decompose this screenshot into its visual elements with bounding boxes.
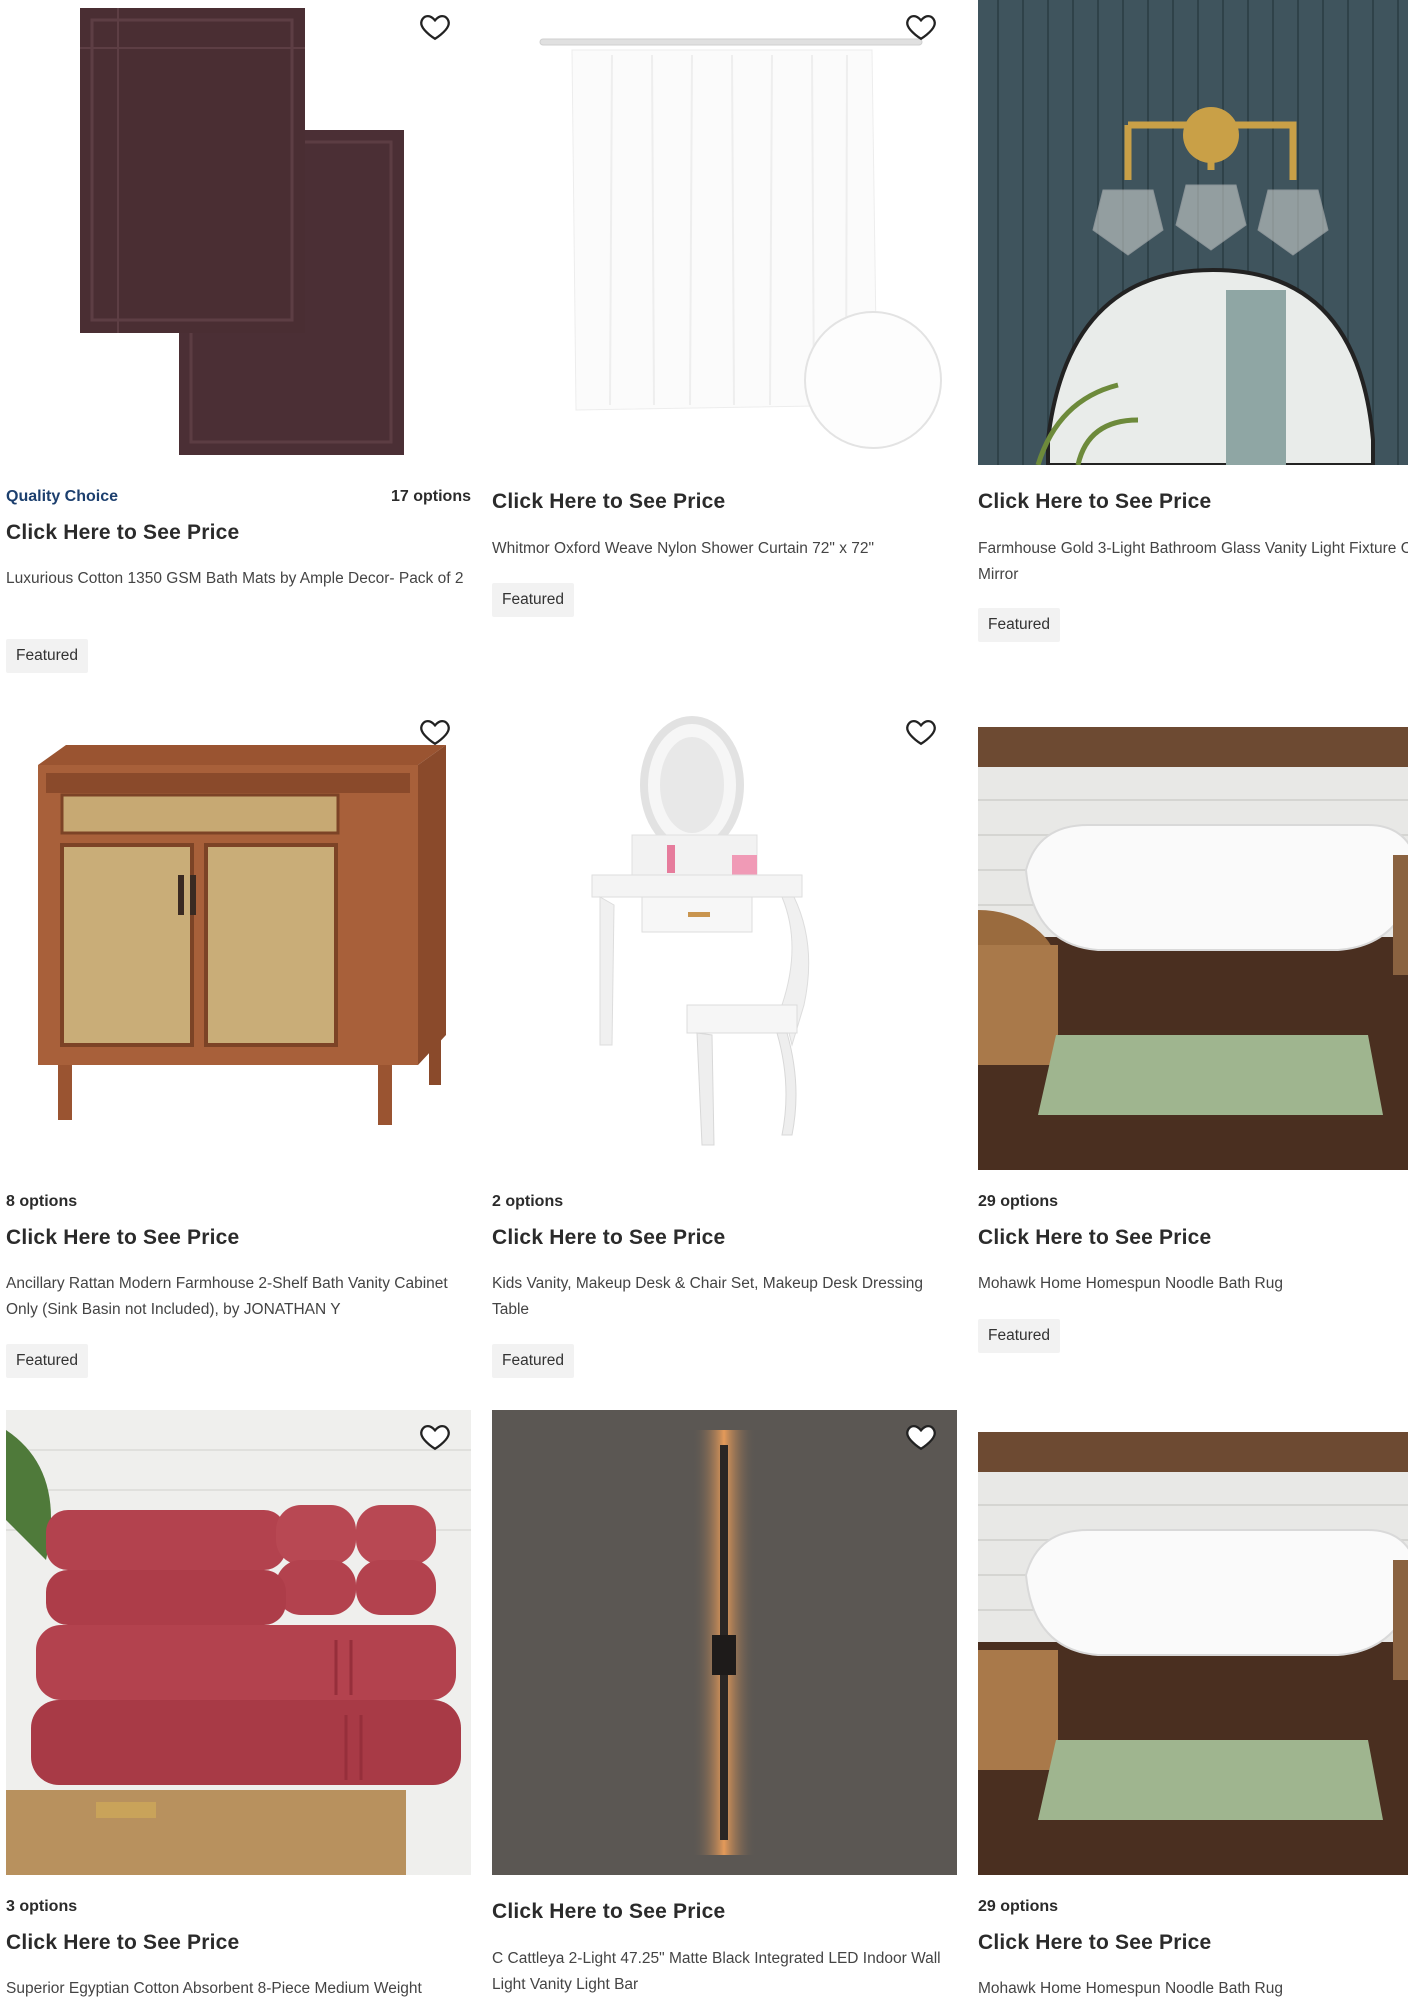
options-count[interactable]: 2 options xyxy=(492,1193,563,1210)
product-meta: 29 options xyxy=(978,1193,1408,1215)
options-count[interactable]: 29 options xyxy=(978,1193,1058,1210)
product-meta: 8 options xyxy=(6,1193,471,1215)
product-image-bath-rug[interactable] xyxy=(978,705,1408,1170)
price-link[interactable]: Click Here to See Price xyxy=(492,490,725,514)
product-title[interactable]: C Cattleya 2-Light 47.25" Matte Black In… xyxy=(492,1946,952,1997)
product-image-shower-curtain[interactable] xyxy=(492,0,957,465)
product-image-towels[interactable] xyxy=(6,1410,471,1875)
favorite-heart-icon[interactable] xyxy=(903,8,939,44)
favorite-heart-icon[interactable] xyxy=(417,713,453,749)
price-link[interactable]: Click Here to See Price xyxy=(6,521,239,545)
featured-badge: Featured xyxy=(492,583,575,617)
featured-badge: Featured xyxy=(6,639,89,673)
options-count[interactable]: 29 options xyxy=(978,1898,1058,1915)
product-title[interactable]: Mohawk Home Homespun Noodle Bath Rug xyxy=(978,1976,1408,2002)
favorite-heart-icon[interactable] xyxy=(903,713,939,749)
product-meta: 3 options xyxy=(6,1898,471,1920)
product-title[interactable]: Mohawk Home Homespun Noodle Bath Rug xyxy=(978,1271,1408,1297)
product-title[interactable]: Whitmor Oxford Weave Nylon Shower Curtai… xyxy=(492,536,952,562)
brand-label[interactable]: Quality Choice xyxy=(6,488,118,505)
product-title[interactable]: Farmhouse Gold 3-Light Bathroom Glass Va… xyxy=(978,536,1408,587)
favorite-heart-icon[interactable] xyxy=(417,1418,453,1454)
favorite-heart-icon[interactable] xyxy=(417,8,453,44)
product-title[interactable]: Ancillary Rattan Modern Farmhouse 2-Shel… xyxy=(6,1271,466,1322)
product-meta: 29 options xyxy=(978,1898,1408,1920)
price-link[interactable]: Click Here to See Price xyxy=(978,1226,1211,1250)
price-link[interactable]: Click Here to See Price xyxy=(978,1931,1211,1955)
product-image-led-wall-light[interactable] xyxy=(492,1410,957,1875)
featured-badge: Featured xyxy=(978,608,1061,642)
product-image-vanity-light[interactable] xyxy=(978,0,1408,465)
featured-badge: Featured xyxy=(492,1344,575,1378)
options-count[interactable]: 17 options xyxy=(391,488,471,506)
price-link[interactable]: Click Here to See Price xyxy=(6,1931,239,1955)
featured-badge: Featured xyxy=(6,1344,89,1378)
product-meta: 2 options xyxy=(492,1193,957,1215)
price-link[interactable]: Click Here to See Price xyxy=(978,490,1211,514)
featured-badge: Featured xyxy=(978,1319,1061,1353)
product-image-bath-mats[interactable] xyxy=(6,0,471,465)
product-image-bath-rug[interactable] xyxy=(978,1410,1408,1875)
product-meta: Quality Choice 17 options xyxy=(6,488,471,510)
product-title[interactable]: Kids Vanity, Makeup Desk & Chair Set, Ma… xyxy=(492,1271,952,1322)
price-link[interactable]: Click Here to See Price xyxy=(492,1900,725,1924)
price-link[interactable]: Click Here to See Price xyxy=(6,1226,239,1250)
favorite-heart-icon[interactable] xyxy=(903,1418,939,1454)
options-count[interactable]: 8 options xyxy=(6,1193,77,1210)
price-link[interactable]: Click Here to See Price xyxy=(492,1226,725,1250)
options-count[interactable]: 3 options xyxy=(6,1898,77,1915)
product-image-kids-vanity[interactable] xyxy=(492,705,957,1170)
product-image-vanity-cabinet[interactable] xyxy=(6,705,471,1170)
product-title[interactable]: Luxurious Cotton 1350 GSM Bath Mats by A… xyxy=(6,566,466,592)
product-title[interactable]: Superior Egyptian Cotton Absorbent 8-Pie… xyxy=(6,1976,466,2000)
